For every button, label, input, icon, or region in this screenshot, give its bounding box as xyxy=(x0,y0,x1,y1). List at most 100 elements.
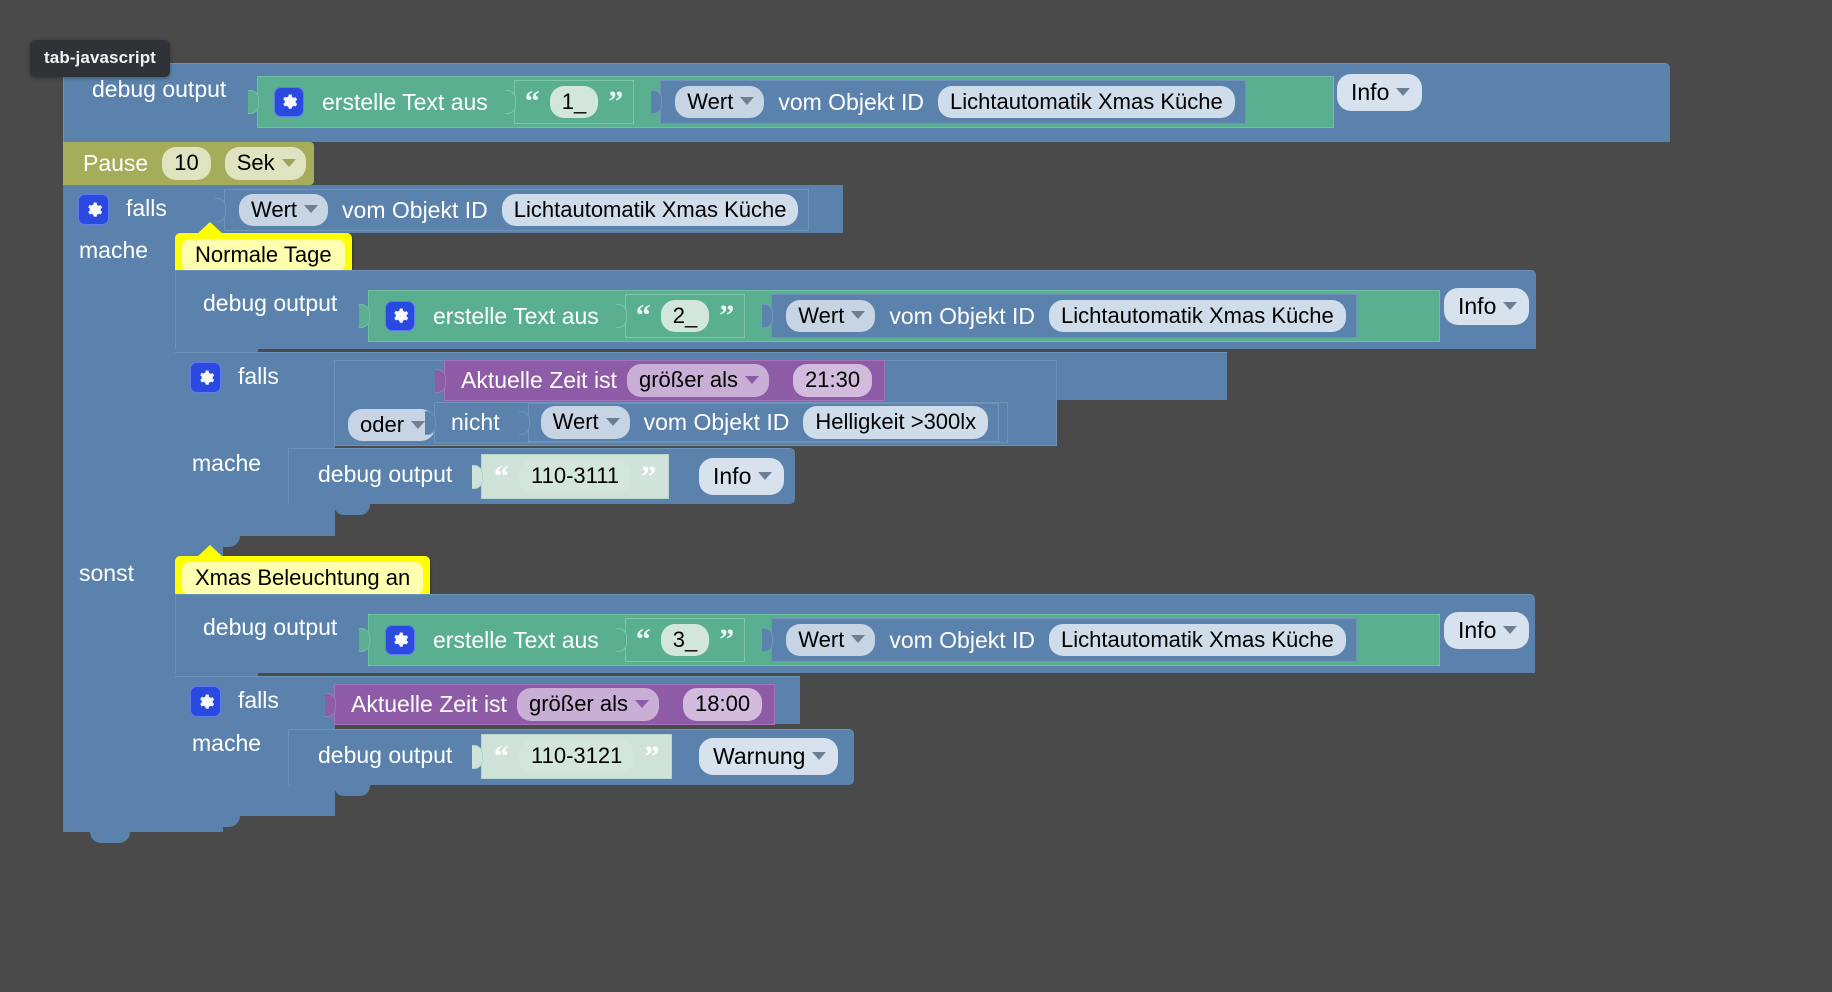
value-kind-label: Wert xyxy=(552,409,599,435)
value-kind-dropdown-4[interactable]: Wert xyxy=(540,406,630,439)
quote-close-icon: ” xyxy=(644,739,660,773)
time-comparator-dropdown-2[interactable]: größer als xyxy=(516,688,659,721)
quote-open-icon: “ xyxy=(494,739,509,773)
quote-close-icon: ” xyxy=(608,85,624,118)
time-compare-block-1[interactable]: Aktuelle Zeit ist größer als 21:30 xyxy=(435,360,886,401)
text-literal-input-3[interactable]: 110-3111 xyxy=(519,460,632,493)
severity-dropdown-3[interactable]: Info xyxy=(699,458,785,496)
quote-open-icon: “ xyxy=(524,85,540,118)
value-kind-label: Wert xyxy=(798,302,845,328)
puzzle-tab xyxy=(651,90,663,114)
pause-label: Pause xyxy=(83,150,149,176)
chevron-down-icon xyxy=(745,375,759,384)
severity-dropdown-5[interactable]: Warnung xyxy=(699,738,839,776)
debug-output-label-1: debug output xyxy=(92,76,227,102)
gear-icon[interactable] xyxy=(385,301,415,331)
text-literal-block-5[interactable]: “ 110-3121 ” xyxy=(472,734,673,779)
do-label-outer: mache xyxy=(79,237,149,263)
logic-not-block[interactable]: nicht Wert vom Objekt ID Helligkeit >300… xyxy=(425,402,1009,443)
chevron-down-icon xyxy=(605,417,620,426)
text-literal-block-1[interactable]: “ 1_ ” xyxy=(504,80,635,124)
object-id-input-2[interactable]: Lichtautomatik Xmas Küche xyxy=(501,193,799,227)
gear-icon[interactable] xyxy=(190,362,221,393)
logic-operator-dropdown[interactable]: oder xyxy=(348,409,436,442)
value-kind-dropdown-2[interactable]: Wert xyxy=(239,193,329,227)
time-comparator-dropdown-1[interactable]: größer als xyxy=(626,364,769,397)
pause-unit-dropdown[interactable]: Sek xyxy=(224,147,306,180)
chevron-down-icon xyxy=(1396,88,1411,97)
time-compare-label-2: Aktuelle Zeit ist xyxy=(351,691,507,717)
time-value-input-1[interactable]: 21:30 xyxy=(793,364,873,397)
puzzle-tab xyxy=(359,304,370,328)
text-literal-input-1[interactable]: 1_ xyxy=(549,85,599,119)
quote-close-icon: ” xyxy=(719,299,735,332)
time-compare-block-2[interactable]: Aktuelle Zeit ist größer als 18:00 xyxy=(325,684,776,725)
value-kind-label: Wert xyxy=(687,88,734,114)
pause-unit-label: Sek xyxy=(236,150,275,176)
chevron-down-icon xyxy=(812,752,827,761)
text-join-block-2[interactable]: erstelle Text aus “ 2_ ” Wert vom Objekt… xyxy=(359,290,1440,342)
time-value-input-2[interactable]: 18:00 xyxy=(683,688,763,721)
debug-output-label-4: debug output xyxy=(203,614,338,640)
object-id-prefix-3: vom Objekt ID xyxy=(889,302,1036,329)
debug-output-label-5: debug output xyxy=(318,742,453,768)
text-literal-block-3[interactable]: “ 110-3111 ” xyxy=(472,454,670,499)
puzzle-tab xyxy=(215,198,226,222)
gear-icon[interactable] xyxy=(190,686,221,717)
puzzle-tab xyxy=(325,692,336,717)
severity-label-5: Warnung xyxy=(713,743,806,769)
text-join-label-1: erstelle Text aus xyxy=(322,88,488,115)
chevron-down-icon xyxy=(1503,302,1518,311)
text-literal-block-2[interactable]: “ 2_ ” xyxy=(615,294,746,338)
gear-icon[interactable] xyxy=(78,194,109,225)
if-label-inner-a: falls xyxy=(238,363,279,389)
severity-dropdown-2[interactable]: Info xyxy=(1444,288,1530,326)
puzzle-tab xyxy=(762,628,774,652)
object-id-input-1[interactable]: Lichtautomatik Xmas Küche xyxy=(938,85,1235,119)
gear-icon[interactable] xyxy=(274,87,304,117)
value-kind-dropdown-5[interactable]: Wert xyxy=(786,623,876,657)
object-id-input-3[interactable]: Lichtautomatik Xmas Küche xyxy=(1049,299,1346,333)
chevron-down-icon xyxy=(635,699,649,708)
quote-close-icon: ” xyxy=(719,623,735,656)
text-join-block-3[interactable]: erstelle Text aus “ 3_ ” Wert vom Objekt… xyxy=(359,614,1440,666)
text-literal-block-4[interactable]: “ 3_ ” xyxy=(615,618,746,662)
value-kind-label: Wert xyxy=(251,196,298,222)
text-literal-input-4[interactable]: 3_ xyxy=(660,623,710,657)
text-join-block-1[interactable]: erstelle Text aus “ 1_ ” Wert vom Objekt… xyxy=(248,76,1334,128)
time-comparator-label-1: größer als xyxy=(638,367,738,393)
severity-label-1: Info xyxy=(1351,79,1390,105)
puzzle-tab xyxy=(615,304,627,328)
quote-close-icon: ” xyxy=(641,459,657,493)
text-join-label-2: erstelle Text aus xyxy=(433,302,599,329)
debug-output-label-2: debug output xyxy=(203,290,338,316)
pause-value-input[interactable]: 10 xyxy=(162,147,211,180)
value-kind-dropdown-1[interactable]: Wert xyxy=(675,85,765,119)
object-id-prefix-4: vom Objekt ID xyxy=(643,409,790,435)
get-object-value-block-5[interactable]: Wert vom Objekt ID Lichtautomatik Xmas K… xyxy=(762,618,1357,662)
chevron-down-icon xyxy=(411,420,426,429)
value-kind-dropdown-3[interactable]: Wert xyxy=(786,299,876,333)
object-id-prefix-5: vom Objekt ID xyxy=(889,626,1036,653)
get-object-value-block-2[interactable]: Wert vom Objekt ID Lichtautomatik Xmas K… xyxy=(215,189,810,231)
chevron-down-icon xyxy=(758,472,773,481)
gear-icon[interactable] xyxy=(385,625,415,655)
pause-block[interactable]: Pause 10 Sek xyxy=(63,142,314,185)
severity-dropdown-4[interactable]: Info xyxy=(1444,612,1530,650)
puzzle-tab xyxy=(762,304,774,328)
text-literal-input-2[interactable]: 2_ xyxy=(660,299,710,333)
puzzle-tab xyxy=(435,368,446,393)
severity-dropdown-1[interactable]: Info xyxy=(1337,74,1423,112)
puzzle-tab xyxy=(425,410,436,435)
object-id-input-5[interactable]: Lichtautomatik Xmas Küche xyxy=(1049,623,1346,657)
puzzle-tab xyxy=(518,410,530,435)
object-id-input-4[interactable]: Helligkeit >300lx xyxy=(803,406,989,439)
chevron-down-icon xyxy=(851,311,866,320)
text-literal-input-5[interactable]: 110-3121 xyxy=(519,740,635,773)
get-object-value-block-4[interactable]: Wert vom Objekt ID Helligkeit >300lx xyxy=(518,403,1000,442)
not-label: nicht xyxy=(451,409,500,435)
text-join-label-3: erstelle Text aus xyxy=(433,626,599,653)
get-object-value-block-1[interactable]: Wert vom Objekt ID Lichtautomatik Xmas K… xyxy=(651,80,1246,124)
get-object-value-block-3[interactable]: Wert vom Objekt ID Lichtautomatik Xmas K… xyxy=(762,294,1357,338)
blockly-workspace[interactable]: tab-javascript debug output erstelle Tex… xyxy=(0,0,1832,992)
